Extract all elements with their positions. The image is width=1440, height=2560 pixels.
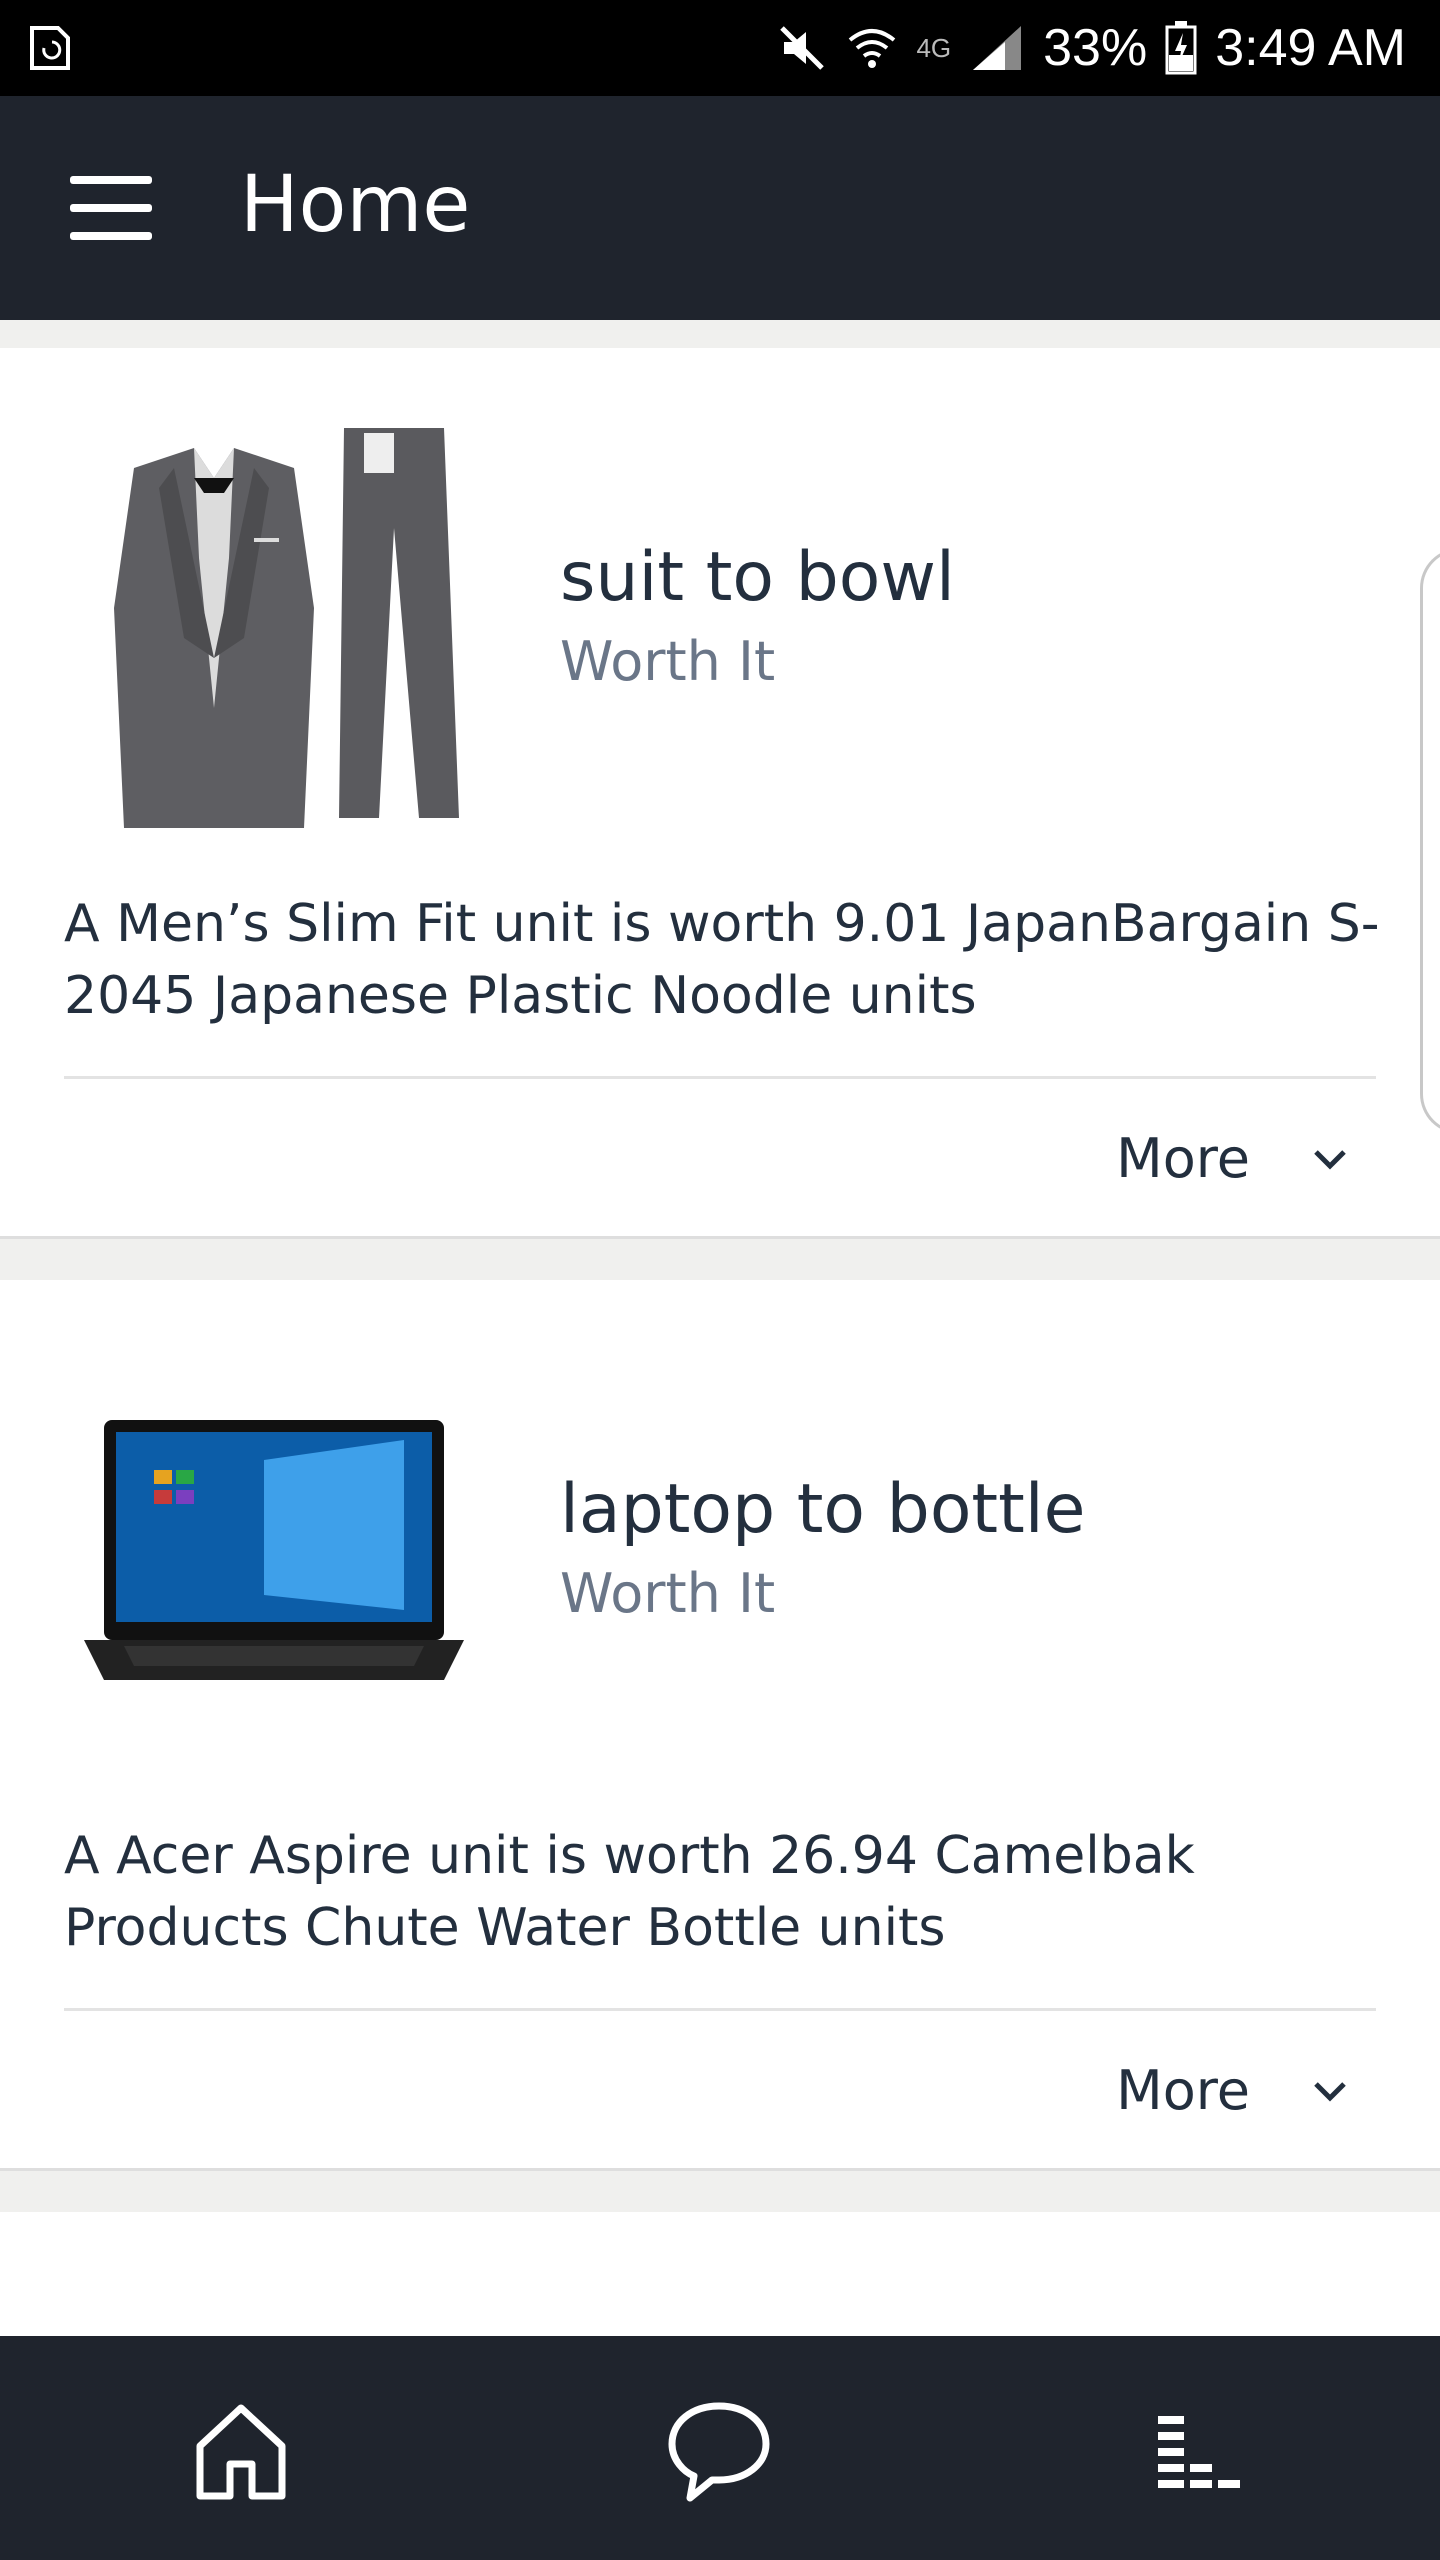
card-description: A Acer Aspire unit is worth 26.94 Camelb…: [64, 1826, 1195, 1958]
app-bar: Home: [0, 96, 1440, 320]
status-bar: 4G 33% 3:49 AM: [0, 0, 1440, 96]
hamburger-menu-icon[interactable]: [70, 176, 154, 240]
chevron-down-icon: [1314, 1150, 1346, 1170]
battery-icon: [1165, 21, 1197, 75]
suit-image: [64, 408, 484, 828]
comparison-card[interactable]: laptop to bottle Worth It A Acer Aspire …: [0, 1280, 1440, 2171]
signal-icon: [973, 26, 1022, 70]
card-title: suit to bowl: [560, 538, 955, 617]
bottom-navigation: [0, 2336, 1440, 2560]
home-icon[interactable]: [186, 2396, 296, 2506]
divider: [64, 1076, 1376, 1079]
network-type: 4G: [916, 32, 952, 63]
page-title: Home: [240, 160, 471, 250]
card-subtitle: Worth It: [560, 1562, 776, 1625]
wifi-icon: [849, 29, 896, 68]
card-description: A Men’s Slim Fit unit is worth 9.01 Japa…: [64, 894, 1380, 1026]
more-label: More: [1116, 2058, 1250, 2122]
chevron-down-icon: [1314, 2082, 1346, 2102]
battery-percent: 33%: [1043, 19, 1148, 77]
card-title: laptop to bottle: [560, 1470, 1086, 1549]
edge-panel-handle[interactable]: [1420, 548, 1440, 1134]
card-subtitle: Worth It: [560, 630, 776, 693]
chat-icon[interactable]: [664, 2396, 774, 2506]
laptop-image: [64, 1340, 484, 1760]
screen-rotate-icon: [30, 26, 70, 70]
comparison-card[interactable]: [0, 2212, 1440, 2336]
mute-icon: [780, 26, 825, 70]
divider: [64, 2008, 1376, 2011]
clock: 3:49 AM: [1215, 19, 1406, 77]
activity-icon[interactable]: [1146, 2396, 1256, 2506]
more-button[interactable]: More: [1116, 1118, 1350, 1198]
more-button[interactable]: More: [1116, 2050, 1350, 2130]
comparison-card[interactable]: suit to bowl Worth It A Men’s Slim Fit u…: [0, 348, 1440, 1239]
more-label: More: [1116, 1126, 1250, 1190]
